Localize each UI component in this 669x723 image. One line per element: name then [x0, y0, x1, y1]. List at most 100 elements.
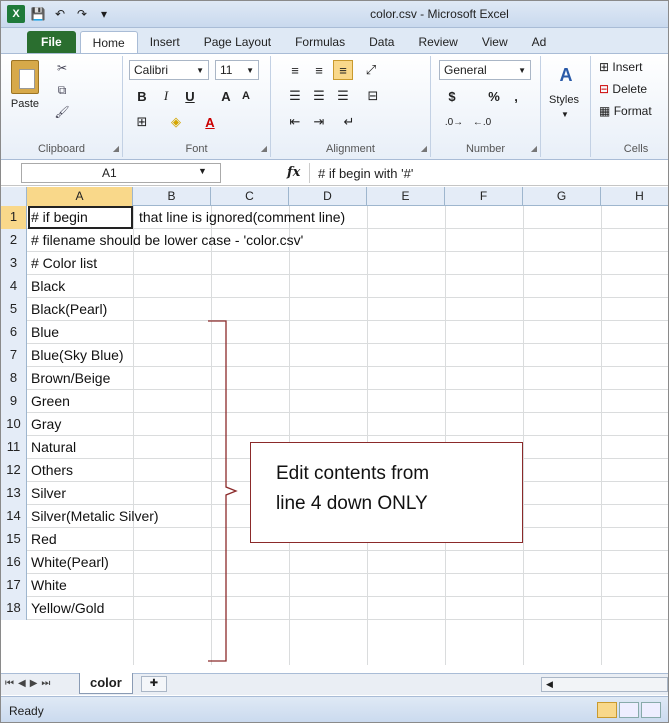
font-size-select[interactable]: 11 ▼ — [215, 60, 259, 80]
dialog-launcher-icon[interactable]: ◢ — [113, 144, 119, 153]
cell-a[interactable]: # Color list — [31, 252, 97, 274]
formula-input[interactable]: # if begin with '#' — [309, 163, 668, 183]
page-layout-view-icon[interactable] — [619, 702, 639, 718]
row-header[interactable]: 17 — [1, 574, 27, 597]
dialog-launcher-icon[interactable]: ◢ — [421, 144, 427, 153]
row-header[interactable]: 18 — [1, 597, 27, 620]
number-format-select[interactable]: General ▼ — [439, 60, 531, 80]
row-header[interactable]: 9 — [1, 390, 27, 413]
cell-a[interactable]: Silver(Metalic Silver) — [31, 505, 159, 527]
insert-sheet-icon[interactable]: ✚ — [141, 676, 167, 692]
align-right-icon[interactable]: ☰ — [333, 86, 353, 106]
name-box[interactable]: A1 ▼ — [21, 163, 221, 183]
tab-formulas[interactable]: Formulas — [283, 31, 357, 53]
underline-button[interactable]: U — [181, 86, 199, 106]
tab-review[interactable]: Review — [406, 31, 469, 53]
tab-view[interactable]: View — [470, 31, 520, 53]
row-header[interactable]: 6 — [1, 321, 27, 344]
cell-a[interactable]: Natural — [31, 436, 76, 458]
column-header-d[interactable]: D — [289, 187, 367, 206]
increase-indent-icon[interactable]: ⇥ — [309, 112, 329, 132]
cell-a[interactable]: Red — [31, 528, 57, 550]
column-header-e[interactable]: E — [367, 187, 445, 206]
currency-button[interactable]: $ — [443, 86, 461, 106]
row-header[interactable]: 14 — [1, 505, 27, 528]
align-middle-icon[interactable]: ≡ — [309, 60, 329, 80]
font-name-select[interactable]: Calibri ▼ — [129, 60, 209, 80]
grow-font-button[interactable]: A — [217, 86, 235, 106]
row-header[interactable]: 1 — [1, 206, 27, 229]
cell-a[interactable]: White — [31, 574, 67, 596]
cell-a[interactable]: White(Pearl) — [31, 551, 109, 573]
font-color-icon[interactable]: A — [201, 112, 219, 132]
delete-cells-button[interactable]: ⊟ Delete — [599, 82, 647, 96]
borders-icon[interactable]: ⊞ — [133, 112, 151, 132]
increase-decimal-icon[interactable]: .0→ — [443, 112, 465, 132]
bold-button[interactable]: B — [133, 86, 151, 106]
row-header[interactable]: 15 — [1, 528, 27, 551]
cell-a[interactable]: # filename should be lower case - 'color… — [31, 229, 303, 251]
row-header[interactable]: 7 — [1, 344, 27, 367]
cut-icon[interactable]: ✂ — [53, 60, 71, 76]
format-cells-button[interactable]: ▦ Format — [599, 104, 652, 118]
styles-group[interactable]: A Styles ▼ — [541, 56, 591, 157]
row-header[interactable]: 4 — [1, 275, 27, 298]
insert-function-button[interactable]: fx — [287, 165, 300, 180]
decrease-decimal-icon[interactable]: ←.0 — [471, 112, 493, 132]
cell-a[interactable]: Gray — [31, 413, 61, 435]
row-header[interactable]: 16 — [1, 551, 27, 574]
row-header[interactable]: 2 — [1, 229, 27, 252]
column-header-f[interactable]: F — [445, 187, 523, 206]
row-header[interactable]: 13 — [1, 482, 27, 505]
column-header-b[interactable]: B — [133, 187, 211, 206]
align-top-icon[interactable]: ≡ — [285, 60, 305, 80]
cell-a[interactable]: Blue(Sky Blue) — [31, 344, 124, 366]
copy-icon[interactable]: ⧉ — [53, 82, 71, 98]
sheet-tab-color[interactable]: color — [79, 673, 133, 694]
cell-a[interactable]: Yellow/Gold — [31, 597, 104, 619]
column-header-c[interactable]: C — [211, 187, 289, 206]
format-painter-icon[interactable]: 🖌 — [53, 104, 71, 120]
wrap-text-icon[interactable]: ↵ — [337, 112, 361, 132]
comma-button[interactable]: , — [507, 86, 525, 106]
cell-a[interactable]: Others — [31, 459, 73, 481]
align-left-icon[interactable]: ☰ — [285, 86, 305, 106]
normal-view-icon[interactable] — [597, 702, 617, 718]
row-header[interactable]: 11 — [1, 436, 27, 459]
row-header[interactable]: 10 — [1, 413, 27, 436]
shrink-font-button[interactable]: A — [237, 86, 255, 106]
tab-file[interactable]: File — [27, 31, 76, 53]
cell-a[interactable]: Blue — [31, 321, 59, 343]
row-header[interactable]: 12 — [1, 459, 27, 482]
insert-cells-button[interactable]: ⊞ Insert — [599, 60, 642, 74]
cell-a[interactable]: Black(Pearl) — [31, 298, 107, 320]
cell-a[interactable]: Silver — [31, 482, 66, 504]
row-header[interactable]: 8 — [1, 367, 27, 390]
column-header-a[interactable]: A — [27, 187, 133, 206]
paste-button[interactable]: Paste — [5, 60, 45, 110]
tab-add-ins[interactable]: Ad — [520, 31, 559, 53]
horizontal-scrollbar[interactable]: ◀ — [541, 677, 668, 692]
percent-button[interactable]: % — [485, 86, 503, 106]
column-header-h[interactable]: H — [601, 187, 668, 206]
dialog-launcher-icon[interactable]: ◢ — [261, 144, 267, 153]
merge-center-icon[interactable]: ⊟ — [361, 86, 385, 106]
sheet-nav-arrows-icon[interactable]: ⏮◀▶⏭ — [5, 678, 54, 689]
tab-data[interactable]: Data — [357, 31, 406, 53]
fill-color-icon[interactable]: ◈ — [167, 112, 185, 132]
align-bottom-icon[interactable]: ≡ — [333, 60, 353, 80]
align-center-icon[interactable]: ☰ — [309, 86, 329, 106]
italic-button[interactable]: I — [157, 86, 175, 106]
tab-home[interactable]: Home — [79, 31, 138, 53]
chevron-down-icon[interactable]: ▼ — [198, 166, 207, 176]
page-break-view-icon[interactable] — [641, 702, 661, 718]
dialog-launcher-icon[interactable]: ◢ — [531, 144, 537, 153]
cell-a[interactable]: Brown/Beige — [31, 367, 110, 389]
decrease-indent-icon[interactable]: ⇤ — [285, 112, 305, 132]
tab-page-layout[interactable]: Page Layout — [192, 31, 283, 53]
tab-insert[interactable]: Insert — [138, 31, 192, 53]
orientation-icon[interactable]: ⤢ — [361, 60, 381, 80]
cell-a[interactable]: Green — [31, 390, 70, 412]
row-header[interactable]: 5 — [1, 298, 27, 321]
select-all-corner[interactable] — [1, 187, 27, 206]
